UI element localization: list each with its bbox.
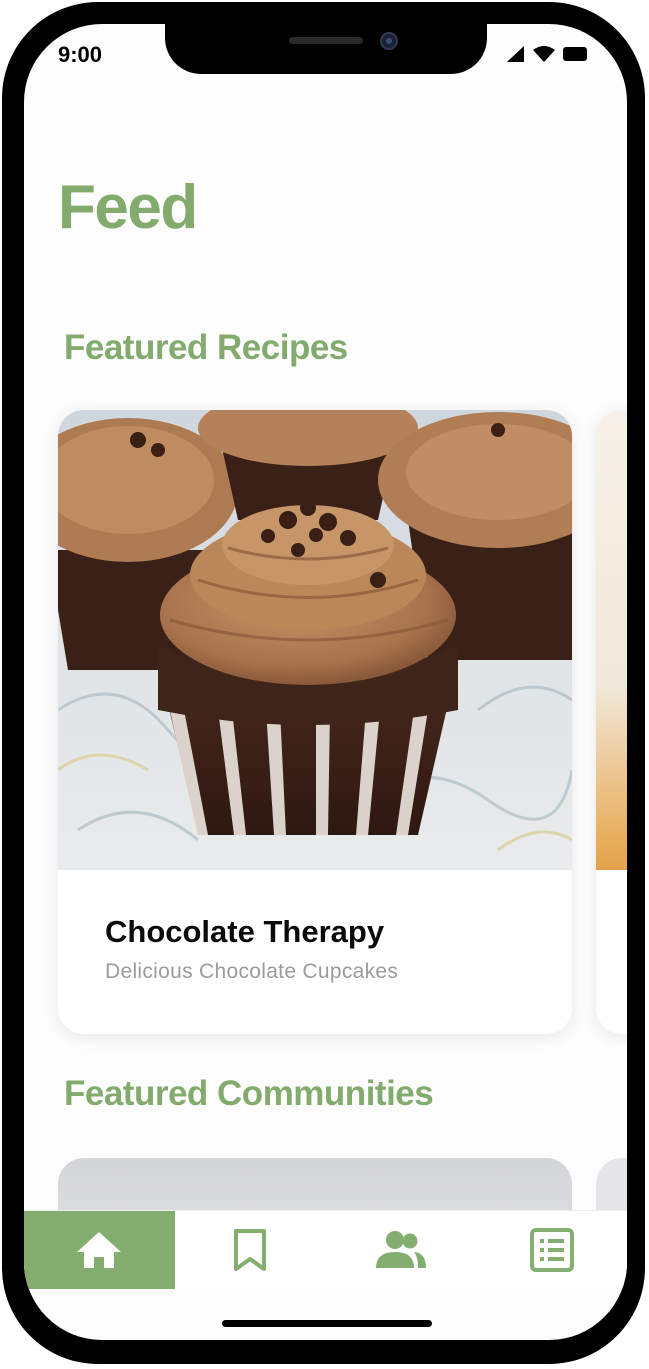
screen: 9:00 Feed Featured Recipes Chocolate The…	[24, 24, 627, 1340]
tab-saved[interactable]	[175, 1211, 326, 1289]
featured-communities-heading: Featured Communities	[64, 1074, 434, 1113]
home-indicator[interactable]	[222, 1320, 432, 1327]
tab-bar	[24, 1210, 627, 1289]
status-icons	[507, 46, 589, 62]
status-time: 9:00	[58, 42, 103, 67]
recipe-card-subtitle: Delicious Chocolate Cupcakes	[105, 960, 399, 983]
battery-icon	[563, 47, 587, 61]
home-icon	[77, 1232, 122, 1268]
tab-list[interactable]	[476, 1211, 627, 1289]
recipe-image	[58, 410, 572, 870]
speaker-grille	[289, 37, 363, 44]
recipe-card[interactable]: Chocolate Therapy Delicious Chocolate Cu…	[58, 410, 572, 1034]
next-recipe-image	[596, 410, 627, 870]
front-camera	[380, 32, 398, 50]
signal-icon	[507, 46, 524, 62]
list-icon	[529, 1228, 574, 1272]
notch	[165, 24, 487, 74]
tab-communities[interactable]	[326, 1211, 477, 1289]
next-recipe-card-peek[interactable]	[596, 410, 627, 1034]
recipe-card-title: Chocolate Therapy	[105, 914, 385, 949]
bookmark-icon	[234, 1229, 267, 1271]
featured-recipes-heading: Featured Recipes	[64, 328, 348, 367]
wifi-icon	[533, 46, 555, 62]
tab-home[interactable]	[24, 1211, 175, 1289]
people-icon	[375, 1231, 426, 1268]
page-title: Feed	[58, 173, 198, 242]
phone-frame: 9:00 Feed Featured Recipes Chocolate The…	[2, 2, 645, 1364]
